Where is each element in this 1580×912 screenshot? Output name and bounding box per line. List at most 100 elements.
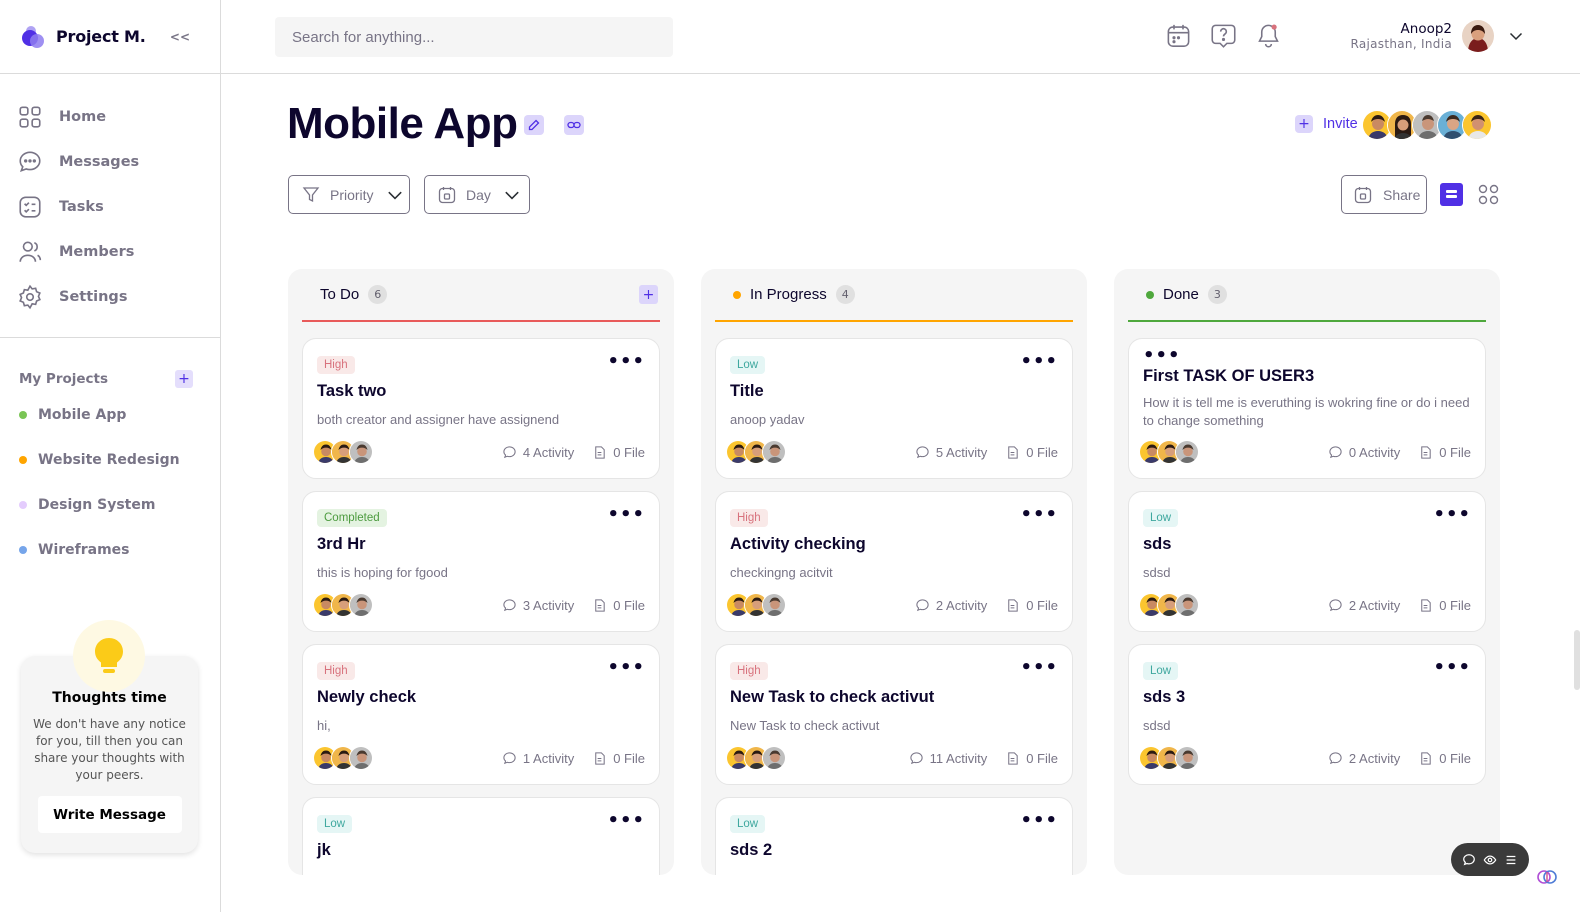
task-card[interactable]: Low ••• sds 2: [715, 797, 1073, 875]
task-description: sdsd: [1143, 718, 1171, 733]
day-filter-dropdown[interactable]: Day: [424, 175, 530, 214]
more-options-button[interactable]: •••: [1020, 812, 1058, 830]
task-meta: 1 Activity 0 File: [502, 751, 645, 766]
list-view-toggle[interactable]: [1440, 183, 1463, 206]
notification-bell-icon[interactable]: [1255, 22, 1282, 49]
task-card[interactable]: Low ••• Title anoop yadav 5 Activity 0 F…: [715, 338, 1073, 479]
activity-label: 5 Activity: [935, 444, 988, 460]
file-label: 0 File: [1026, 597, 1058, 613]
file-label: 0 File: [613, 750, 645, 766]
activity-label: 4 Activity: [522, 444, 575, 460]
chevron-down-icon[interactable]: [1508, 28, 1524, 44]
activity-count: 2 Activity: [915, 598, 987, 613]
avatar[interactable]: [349, 440, 373, 464]
file-count: 0 File: [1005, 598, 1058, 613]
floating-toolbar: [1451, 843, 1529, 876]
priority-badge: Low: [1143, 662, 1179, 680]
edit-title-button[interactable]: [524, 115, 544, 135]
activity-count: 3 Activity: [502, 598, 574, 613]
members-icon: [19, 240, 42, 262]
avatar[interactable]: [1462, 20, 1494, 52]
avatar[interactable]: [762, 440, 786, 464]
add-project-button[interactable]: +: [175, 370, 193, 388]
user-menu[interactable]: Anoop2 Rajasthan, India: [1350, 20, 1524, 52]
invite-button[interactable]: + Invite: [1295, 115, 1358, 133]
card-list: High ••• Task two both creator and assig…: [302, 338, 660, 875]
more-options-button[interactable]: •••: [607, 659, 645, 677]
task-card[interactable]: Completed ••• 3rd Hr this is hoping for …: [302, 491, 660, 632]
task-footer: 2 Activity 0 File: [1139, 746, 1471, 770]
avatar[interactable]: [349, 593, 373, 617]
menu-icon[interactable]: [1504, 853, 1518, 867]
nav-item-messages[interactable]: Messages: [0, 139, 220, 184]
more-options-button[interactable]: •••: [1020, 506, 1058, 524]
nav-item-members[interactable]: Members: [0, 229, 220, 274]
more-options-button[interactable]: •••: [1020, 659, 1058, 677]
assignee-avatars: [726, 593, 786, 617]
day-filter-label: Day: [466, 186, 491, 203]
collapse-sidebar-button[interactable]: <<: [170, 30, 190, 44]
calendar-icon[interactable]: [1165, 22, 1192, 49]
task-card[interactable]: High ••• Newly check hi, 1 Activity 0 Fi…: [302, 644, 660, 785]
more-options-button[interactable]: •••: [1020, 353, 1058, 371]
brain-icon[interactable]: [1536, 866, 1558, 888]
task-card[interactable]: Low ••• sds sdsd 2 Activity 0 File: [1128, 491, 1486, 632]
avatar[interactable]: [349, 746, 373, 770]
task-meta: 3 Activity 0 File: [502, 598, 645, 613]
team-avatars: [1362, 110, 1492, 140]
project-item-website-redesign[interactable]: Website Redesign: [0, 437, 220, 482]
share-button[interactable]: Share: [1341, 175, 1427, 214]
project-item-mobile-app[interactable]: Mobile App: [0, 392, 220, 437]
more-options-button[interactable]: •••: [1433, 506, 1471, 524]
avatar[interactable]: [1175, 746, 1199, 770]
my-projects-title: My Projects: [19, 371, 109, 387]
priority-badge: Low: [1143, 509, 1179, 527]
more-options-button[interactable]: •••: [1143, 347, 1181, 365]
task-card[interactable]: ••• First TASK OF USER3 How it is tell m…: [1128, 338, 1486, 479]
more-options-button[interactable]: •••: [607, 812, 645, 830]
file-count: 0 File: [592, 751, 645, 766]
project-item-design-system[interactable]: Design System: [0, 482, 220, 527]
more-options-button[interactable]: •••: [607, 353, 645, 371]
search-input[interactable]: [292, 28, 673, 46]
more-options-button[interactable]: •••: [607, 506, 645, 524]
activity-count: 5 Activity: [915, 445, 987, 460]
nav-item-home[interactable]: Home: [0, 94, 220, 139]
avatar[interactable]: [762, 746, 786, 770]
my-projects-section: My Projects + Mobile App Website Redesig…: [0, 338, 220, 572]
task-card[interactable]: High ••• Activity checking checkingng ac…: [715, 491, 1073, 632]
avatar[interactable]: [1175, 593, 1199, 617]
top-bar: Anoop2 Rajasthan, India: [221, 0, 1580, 74]
task-card[interactable]: High ••• New Task to check activut New T…: [715, 644, 1073, 785]
file-icon: [1421, 445, 1431, 459]
nav-item-settings[interactable]: Settings: [0, 274, 220, 319]
project-item-wireframes[interactable]: Wireframes: [0, 527, 220, 572]
avatar[interactable]: [1462, 110, 1492, 140]
help-icon[interactable]: [1210, 22, 1237, 49]
avatar[interactable]: [762, 593, 786, 617]
grid-view-toggle[interactable]: [1478, 184, 1499, 209]
task-card[interactable]: High ••• Task two both creator and assig…: [302, 338, 660, 479]
project-label: Design System: [38, 496, 156, 513]
avatar[interactable]: [1175, 440, 1199, 464]
task-card[interactable]: Low ••• jk: [302, 797, 660, 875]
column-title: Done: [1163, 286, 1199, 303]
comment-icon: [503, 751, 516, 764]
task-title: 3rd Hr: [317, 535, 366, 553]
task-footer: 5 Activity 0 File: [726, 440, 1058, 464]
activity-count: 2 Activity: [1328, 751, 1400, 766]
chat-icon[interactable]: [1462, 853, 1476, 867]
write-message-button[interactable]: Write Message: [37, 796, 182, 833]
priority-filter-dropdown[interactable]: Priority: [288, 175, 410, 214]
brand-header: Project M. <<: [0, 0, 220, 74]
column-header: In Progress 4: [715, 269, 1073, 322]
page-scrollbar[interactable]: [1574, 630, 1580, 690]
eye-icon[interactable]: [1483, 853, 1497, 867]
copy-link-button[interactable]: [564, 115, 584, 135]
task-card[interactable]: Low ••• sds 3 sdsd 2 Activity 0 File: [1128, 644, 1486, 785]
nav-item-tasks[interactable]: Tasks: [0, 184, 220, 229]
more-options-button[interactable]: •••: [1433, 659, 1471, 677]
page-title: Mobile App: [287, 99, 518, 148]
add-task-button[interactable]: +: [639, 285, 658, 304]
task-title: New Task to check activut: [730, 688, 935, 706]
